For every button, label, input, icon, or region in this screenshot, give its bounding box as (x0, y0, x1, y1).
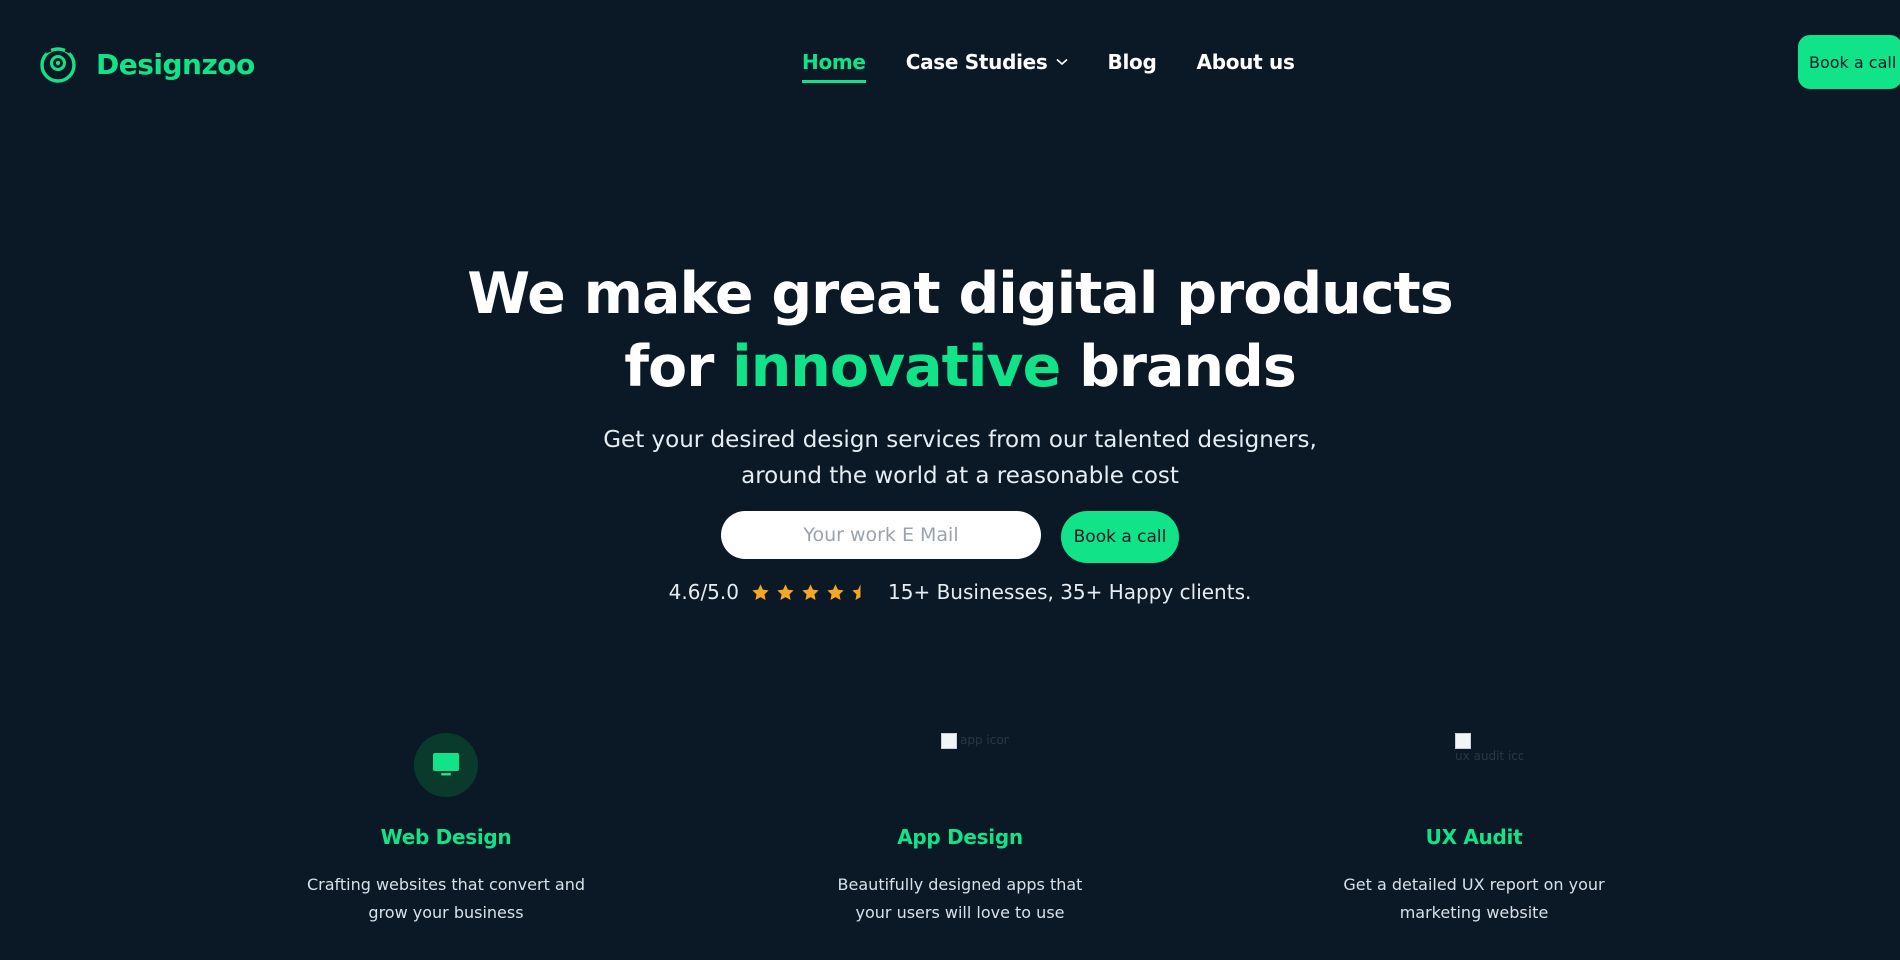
hero-title-line2-post: brands (1060, 334, 1297, 400)
nav-blog-label: Blog (1107, 50, 1157, 74)
star-icon (827, 583, 844, 600)
main-nav: Home Case Studies Blog About us (802, 50, 1295, 83)
service-card-web-design: Web Design Crafting websites that conver… (246, 733, 646, 927)
nav-about-us[interactable]: About us (1197, 50, 1295, 74)
work-email-input[interactable] (721, 511, 1041, 559)
service-description: Beautifully designed apps that your user… (837, 875, 1083, 922)
hero-subtitle: Get your desired design services from ou… (0, 422, 1900, 494)
rating-stars (751, 583, 870, 602)
service-description: Get a detailed UX report on your marketi… (1343, 875, 1605, 922)
nav-about-us-label: About us (1196, 50, 1295, 74)
ux-audit-icon-alt: ux audit icon (1455, 749, 1523, 763)
chevron-down-icon (1056, 58, 1068, 66)
star-icon (802, 583, 819, 600)
hero-subtitle-line2: around the world at a reasonable cost (741, 463, 1179, 489)
hero-title-line2-pre: for (624, 334, 733, 400)
broken-image-icon: app icon (941, 733, 1009, 769)
smiley-circle-icon (40, 47, 76, 83)
nav-home[interactable]: Home (802, 50, 866, 83)
rating-row: 4.6/5.0 15+ Businesses, 35+ Happy client… (0, 580, 1900, 604)
star-icon (777, 583, 794, 600)
rating-text: 15+ Businesses, 35+ Happy clients. (888, 580, 1252, 604)
service-title: Web Design (380, 825, 512, 849)
hero-book-call-button[interactable]: Book a call (1061, 511, 1179, 563)
star-icon (752, 583, 769, 600)
hero-title: We make great digital products for innov… (0, 258, 1900, 404)
nav-blog[interactable]: Blog (1108, 50, 1157, 74)
service-title: UX Audit (1425, 825, 1523, 849)
nav-case-studies-label: Case Studies (905, 50, 1048, 74)
nav-home-label: Home (802, 50, 866, 74)
brand-logo-link[interactable]: Designzoo (38, 44, 255, 84)
star-half-icon (852, 583, 861, 600)
header-book-call-button[interactable]: Book a call (1798, 35, 1900, 89)
site-header: Designzoo Home Case Studies Blog About u… (0, 0, 1900, 130)
hero-subtitle-line1: Get your desired design services from ou… (603, 427, 1317, 453)
app-icon-alt: app icon (960, 733, 1009, 747)
service-description: Crafting websites that convert and grow … (306, 875, 586, 922)
monitor-icon (433, 753, 459, 776)
rating-value: 4.6/5.0 (668, 580, 739, 604)
brand-name: Designzoo (96, 47, 255, 81)
service-title: App Design (897, 825, 1023, 849)
hero-title-line1: We make great digital products (467, 261, 1453, 327)
service-icon-circle (414, 733, 478, 797)
service-card-ux-audit: ux audit icon UX Audit Get a detailed UX… (1274, 733, 1674, 927)
broken-image-icon: ux audit icon (1455, 733, 1523, 769)
hero-title-accent: innovative (732, 334, 1061, 400)
service-card-app-design: app icon App Design Beautifully designed… (760, 733, 1160, 927)
nav-case-studies[interactable]: Case Studies (906, 50, 1068, 74)
